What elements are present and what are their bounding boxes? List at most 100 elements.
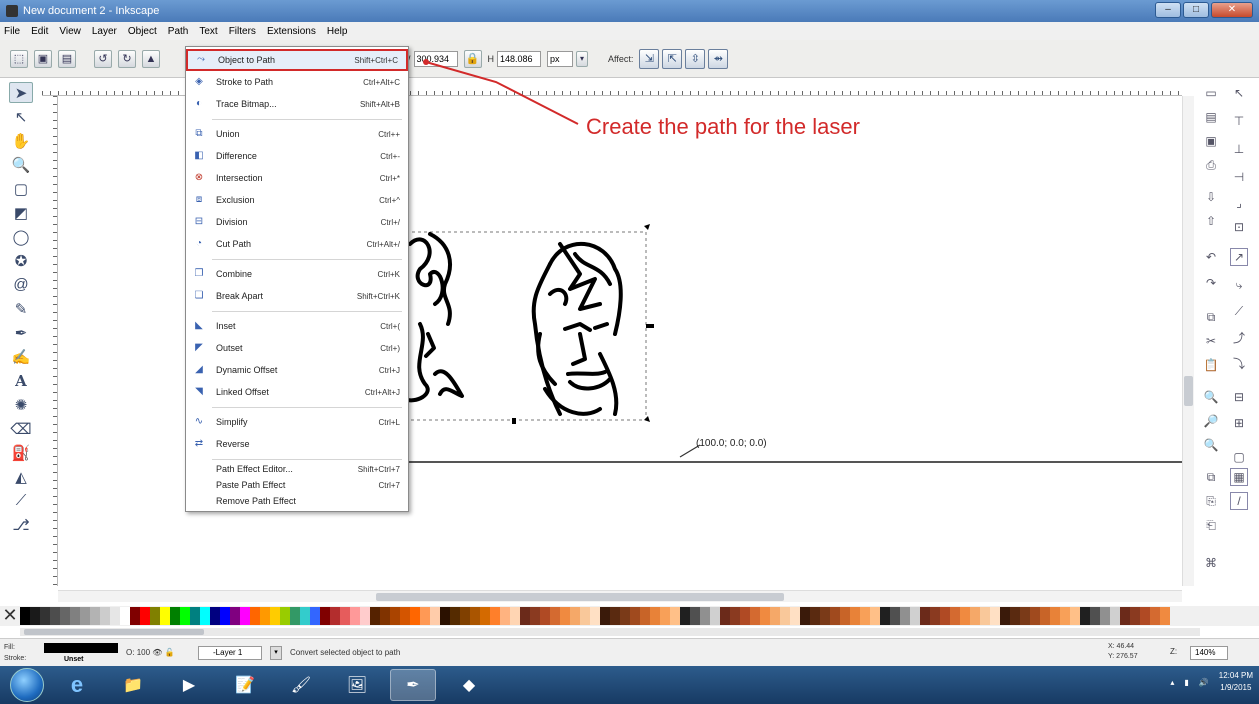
palette-swatch[interactable]: [370, 607, 380, 625]
lock-ratio-icon[interactable]: 🔒: [463, 49, 482, 68]
palette-swatch[interactable]: [260, 607, 270, 625]
palette-swatch[interactable]: [1130, 607, 1140, 625]
layer-dropdown-icon[interactable]: ▾: [270, 646, 282, 660]
menu-edit[interactable]: Edit: [31, 26, 48, 37]
spiral-tool-icon[interactable]: @: [9, 274, 33, 295]
menu-item-division[interactable]: ⊟ Division Ctrl+/: [186, 211, 408, 233]
pencil-tool-icon[interactable]: ✎: [9, 298, 33, 319]
node-tool-icon[interactable]: ↖: [9, 106, 33, 127]
palette-swatch[interactable]: [570, 607, 580, 625]
menu-item-union[interactable]: ⧉ Union Ctrl++: [186, 123, 408, 145]
menu-text[interactable]: Text: [199, 26, 217, 37]
import-icon[interactable]: ⇩: [1202, 188, 1220, 206]
palette-swatch[interactable]: [950, 607, 960, 625]
palette-swatch[interactable]: [160, 607, 170, 625]
palette-swatch[interactable]: [420, 607, 430, 625]
palette-swatch[interactable]: [1000, 607, 1010, 625]
menu-item-combine[interactable]: ❐ Combine Ctrl+K: [186, 263, 408, 285]
ellipse-tool-icon[interactable]: ◯: [9, 226, 33, 247]
palette-swatch[interactable]: [610, 607, 620, 625]
menu-item-intersection[interactable]: ⊗ Intersection Ctrl+*: [186, 167, 408, 189]
palette-swatch[interactable]: [780, 607, 790, 625]
eye-icon[interactable]: 👁: [152, 648, 162, 657]
opacity-value[interactable]: 100: [137, 648, 150, 657]
palette-swatch[interactable]: [1010, 607, 1020, 625]
paint-bucket-tool-icon[interactable]: ⛽: [9, 442, 33, 463]
app-window-icon[interactable]: ◆: [446, 669, 492, 701]
snap-rotation-icon[interactable]: ⊞: [1230, 414, 1248, 432]
palette-swatch[interactable]: [820, 607, 830, 625]
palette-swatch[interactable]: [1040, 607, 1050, 625]
menu-item-simplify[interactable]: ∿ Simplify Ctrl+L: [186, 411, 408, 433]
palette-swatch[interactable]: [870, 607, 880, 625]
menu-item-break-apart[interactable]: ❏ Break Apart Shift+Ctrl+K: [186, 285, 408, 307]
zoom-tool-icon[interactable]: 🔍: [9, 154, 33, 175]
palette-swatch[interactable]: [250, 607, 260, 625]
palette-swatch[interactable]: [50, 607, 60, 625]
palette-swatch[interactable]: [920, 607, 930, 625]
snap-edges-icon[interactable]: ⊣: [1230, 168, 1248, 186]
palette-swatch[interactable]: [690, 607, 700, 625]
palette-swatch[interactable]: [240, 607, 250, 625]
palette-swatch[interactable]: [970, 607, 980, 625]
snap-guide-icon[interactable]: /: [1230, 492, 1248, 510]
unit-select[interactable]: ▾: [547, 50, 588, 67]
horizontal-scroll-thumb[interactable]: [376, 593, 784, 601]
palette-swatch[interactable]: [520, 607, 530, 625]
connector-tool-icon[interactable]: ⎇: [9, 514, 33, 535]
palette-swatch[interactable]: [680, 607, 690, 625]
stroke-value[interactable]: Unset: [64, 656, 83, 663]
flip-horizontal-icon[interactable]: ▲: [142, 49, 160, 68]
palette-swatch[interactable]: [1020, 607, 1030, 625]
palette-swatch[interactable]: [400, 607, 410, 625]
palette-swatch[interactable]: [440, 607, 450, 625]
snap-intersections-icon[interactable]: ⤷: [1230, 276, 1248, 294]
palette-scroll-thumb[interactable]: [24, 629, 204, 635]
palette-swatch[interactable]: [710, 607, 720, 625]
palette-swatch[interactable]: [1150, 607, 1160, 625]
palette-swatch[interactable]: [740, 607, 750, 625]
opacity-control[interactable]: O: 100 👁 🔓: [126, 648, 175, 657]
palette-swatch[interactable]: [150, 607, 160, 625]
volume-icon[interactable]: 🔊: [1199, 678, 1209, 687]
palette-swatch[interactable]: [120, 607, 130, 625]
palette-swatch[interactable]: [200, 607, 210, 625]
horizontal-scrollbar[interactable]: [58, 590, 1182, 602]
palette-swatch[interactable]: [490, 607, 500, 625]
palette-swatch[interactable]: [1050, 607, 1060, 625]
palette-swatch[interactable]: [320, 607, 330, 625]
palette-swatch[interactable]: [340, 607, 350, 625]
text-tool-icon[interactable]: A: [9, 370, 33, 391]
spray-tool-icon[interactable]: ✺: [9, 394, 33, 415]
snap-page-icon[interactable]: ▢: [1230, 448, 1248, 466]
menu-path[interactable]: Path: [168, 26, 189, 37]
clock[interactable]: 12:04 PM 1/9/2015: [1219, 670, 1253, 694]
palette-swatch[interactable]: [800, 607, 810, 625]
snap-bbox-icon[interactable]: ⊤: [1230, 112, 1248, 130]
palette-swatch[interactable]: [410, 607, 420, 625]
menu-item-stroke-to-path[interactable]: ◈ Stroke to Path Ctrl+Alt+C: [186, 71, 408, 93]
width-input[interactable]: [413, 50, 458, 67]
gradient-tool-icon[interactable]: ◭: [9, 466, 33, 487]
snap-toggle-icon[interactable]: ↖: [1230, 84, 1248, 102]
palette-swatch[interactable]: [90, 607, 100, 625]
undo-icon[interactable]: ↶: [1202, 248, 1220, 266]
snap-line-icon[interactable]: ⤵: [1230, 354, 1248, 372]
zoom-page-icon[interactable]: 🔍: [1202, 436, 1220, 454]
editor-icon[interactable]: 📝: [222, 669, 268, 701]
palette-swatch[interactable]: [560, 607, 570, 625]
menu-view[interactable]: View: [59, 26, 81, 37]
snap-cusp-icon[interactable]: ⟋: [1230, 302, 1248, 320]
3d-box-tool-icon[interactable]: ◩: [9, 202, 33, 223]
palette-swatch[interactable]: [60, 607, 70, 625]
duplicate-icon[interactable]: ⧉: [1202, 468, 1220, 486]
menu-help[interactable]: Help: [327, 26, 348, 37]
star-tool-icon[interactable]: ✪: [9, 250, 33, 271]
lock-icon[interactable]: 🔓: [165, 648, 175, 657]
menu-item-remove-path-effect[interactable]: Remove Path Effect: [186, 493, 408, 509]
palette-swatch[interactable]: [310, 607, 320, 625]
scale-corners-icon[interactable]: ⇱: [662, 48, 683, 69]
rotate-ccw-icon[interactable]: ↺: [94, 49, 112, 68]
save-icon[interactable]: ▣: [1202, 132, 1220, 150]
no-color-icon[interactable]: ✕: [0, 606, 20, 626]
